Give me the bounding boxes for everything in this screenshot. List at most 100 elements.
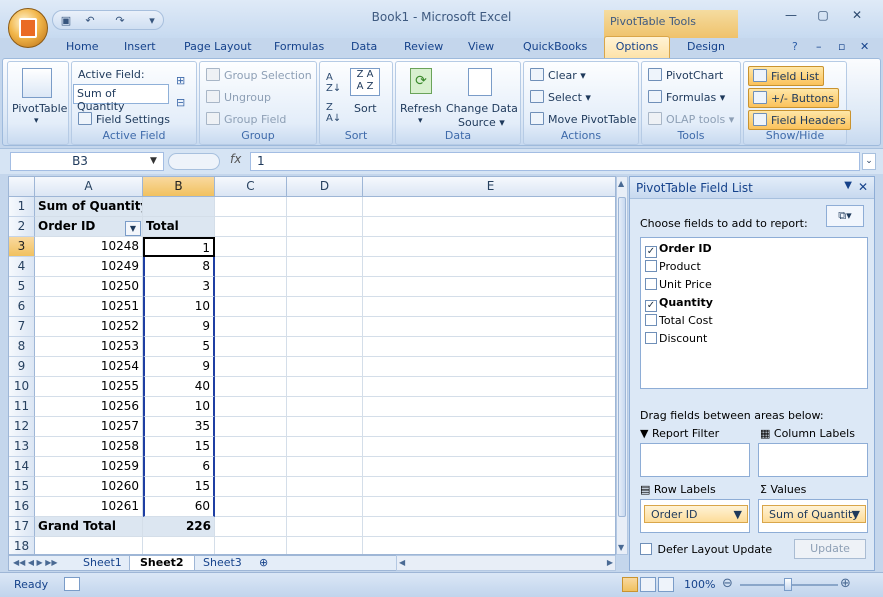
sheet-tab[interactable]: Sheet3 [193, 556, 252, 571]
cell[interactable] [287, 357, 363, 377]
defer-layout-checkbox[interactable]: Defer Layout Update [640, 543, 772, 556]
cell[interactable] [363, 417, 615, 437]
row-header[interactable]: 11 [9, 397, 35, 417]
formula-input[interactable]: 1 [250, 152, 860, 171]
cell[interactable] [215, 257, 287, 277]
cell[interactable] [287, 377, 363, 397]
pivot-value-cell[interactable]: 10 [143, 297, 215, 317]
move-pivottable-button[interactable]: Move PivotTable [530, 112, 636, 126]
row-header[interactable]: 7 [9, 317, 35, 337]
tab-options[interactable]: Options [604, 36, 670, 58]
worksheet-grid[interactable]: A B C D E 1 Sum of Quantity 2 Order ID Total… [8, 176, 616, 555]
help-icon[interactable]: ? [792, 40, 798, 53]
cell[interactable] [287, 257, 363, 277]
pivot-row-label[interactable]: 10251 [35, 297, 143, 317]
pivot-row-label[interactable]: 10258 [35, 437, 143, 457]
tab-page-layout[interactable]: Page Layout [184, 40, 252, 53]
expand-field-icon[interactable]: ⊞ [176, 74, 185, 87]
column-header[interactable]: B [143, 177, 215, 197]
field-headers-toggle[interactable]: Field Headers [748, 110, 851, 130]
sheet-tab-active[interactable]: Sheet2 [129, 556, 195, 571]
pivot-value-cell[interactable]: 15 [143, 437, 215, 457]
cell[interactable] [215, 437, 287, 457]
cell[interactable] [143, 537, 215, 554]
cell[interactable] [287, 417, 363, 437]
column-header[interactable]: A [35, 177, 143, 197]
pivot-value-cell[interactable]: 9 [143, 357, 215, 377]
pivot-value-cell[interactable]: 60 [143, 497, 215, 517]
sheet-nav-icon[interactable]: ◀◀ ◀ ▶ ▶▶ [9, 556, 62, 571]
select-button[interactable]: Select ▾ [530, 90, 591, 104]
scroll-left-icon[interactable]: ◀ [399, 558, 405, 567]
pivot-row-label[interactable]: 10261 [35, 497, 143, 517]
cell[interactable] [287, 317, 363, 337]
tab-data[interactable]: Data [351, 40, 377, 53]
pivot-value-cell[interactable]: 6 [143, 457, 215, 477]
expand-formula-bar-icon[interactable]: ⌄ [862, 153, 876, 170]
row-header[interactable]: 17 [9, 517, 35, 537]
pivot-values-header[interactable]: Sum of Quantity [35, 197, 143, 217]
report-filter-area[interactable] [640, 443, 750, 477]
cell[interactable] [287, 497, 363, 517]
pivot-row-label[interactable]: 10248 [35, 237, 143, 257]
pivot-row-label[interactable]: 10249 [35, 257, 143, 277]
group-field-button[interactable]: Group Field [206, 112, 286, 126]
column-header[interactable]: E [363, 177, 615, 197]
office-button[interactable] [8, 8, 48, 48]
pivot-row-label[interactable]: 10259 [35, 457, 143, 477]
sort-ascending-icon[interactable]: A Z↓ [326, 72, 341, 94]
cell[interactable] [215, 337, 287, 357]
cell[interactable] [363, 297, 615, 317]
row-labels-area[interactable]: Order ID ▼ [640, 499, 750, 533]
sort-descending-icon[interactable]: Z A↓ [326, 102, 341, 124]
cell[interactable] [215, 277, 287, 297]
row-header[interactable]: 9 [9, 357, 35, 377]
maximize-icon[interactable]: ▢ [812, 8, 834, 24]
field-item[interactable]: Discount [645, 332, 707, 345]
cell[interactable] [287, 197, 363, 217]
workbook-close-icon[interactable]: ✕ [860, 40, 869, 53]
pivot-row-label[interactable]: 10254 [35, 357, 143, 377]
pivot-total-header[interactable]: Total [143, 217, 215, 237]
scroll-right-icon[interactable]: ▶ [607, 558, 613, 567]
sheet-tab[interactable]: Sheet1 [73, 556, 132, 571]
group-selection-button[interactable]: Group Selection [206, 68, 312, 82]
tab-home[interactable]: Home [66, 40, 98, 53]
cell[interactable] [287, 297, 363, 317]
buttons-toggle[interactable]: +/- Buttons [748, 88, 839, 108]
olap-tools-button[interactable]: OLAP tools ▾ [648, 112, 734, 126]
field-list-toggle[interactable]: Field List [748, 66, 825, 86]
tab-insert[interactable]: Insert [124, 40, 156, 53]
field-settings-button[interactable]: Field Settings [78, 112, 170, 126]
update-button[interactable]: Update [794, 539, 866, 559]
cell[interactable] [215, 217, 287, 237]
pivotchart-button[interactable]: PivotChart [648, 68, 723, 82]
cell[interactable] [215, 537, 287, 554]
cell[interactable] [363, 277, 615, 297]
tab-view[interactable]: View [468, 40, 494, 53]
cell[interactable] [215, 317, 287, 337]
row-header[interactable]: 2 [9, 217, 35, 237]
field-item[interactable]: Unit Price [645, 278, 712, 291]
pivot-value-cell[interactable]: 9 [143, 317, 215, 337]
checkbox-icon[interactable]: ✓ [645, 300, 657, 312]
active-field-input[interactable]: Sum of Quantity [73, 84, 169, 113]
field-item[interactable]: ✓ Quantity [645, 296, 713, 312]
cell[interactable] [363, 477, 615, 497]
value-item[interactable]: Sum of Quantity ▼ [762, 505, 866, 523]
cell[interactable] [215, 497, 287, 517]
refresh-button[interactable]: Refresh [400, 102, 442, 115]
change-data-source-button[interactable]: Change Data [446, 102, 518, 115]
pivot-value-cell[interactable]: 3 [143, 277, 215, 297]
column-labels-area[interactable] [758, 443, 868, 477]
row-filter-dropdown-icon[interactable]: ▼ [125, 221, 141, 236]
pivot-row-label[interactable]: 10260 [35, 477, 143, 497]
field-item[interactable]: Product [645, 260, 701, 273]
row-header[interactable]: 4 [9, 257, 35, 277]
cell[interactable] [363, 237, 615, 257]
row-header[interactable]: 16 [9, 497, 35, 517]
close-pane-icon[interactable]: ✕ [858, 180, 868, 194]
cell[interactable] [215, 417, 287, 437]
cell[interactable] [287, 457, 363, 477]
row-header[interactable]: 12 [9, 417, 35, 437]
